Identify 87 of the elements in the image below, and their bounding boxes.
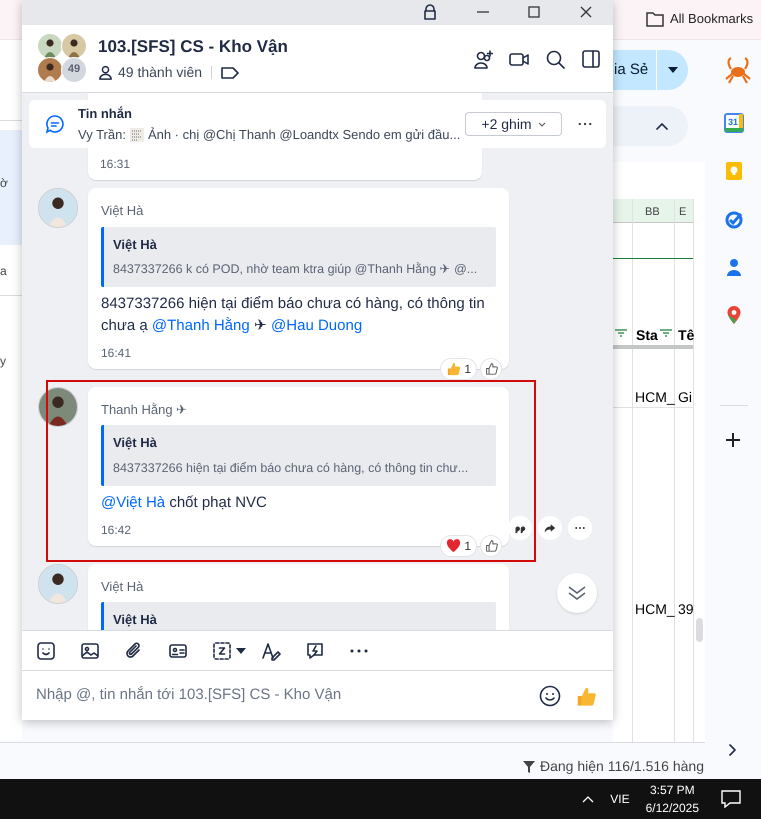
chevron-right-icon[interactable] (729, 744, 736, 756)
scrollbar-thumb[interactable] (696, 618, 703, 642)
quoted-message[interactable]: Việt Hà 8437337266 k có POD, nhờ team ktra giúp @Thanh Hằng ✈ @... (101, 226, 496, 287)
text-fragment: y (0, 353, 6, 370)
members-icon[interactable] (98, 65, 113, 80)
notifications-icon[interactable] (721, 790, 741, 808)
filter-icon[interactable] (615, 329, 627, 337)
table-header-cell-text: Sta (636, 326, 658, 345)
crab-icon[interactable] (723, 55, 753, 85)
quote-text: 8437337266 hiện tại điểm báo chưa có hàng, có thông tin chư... (113, 460, 470, 477)
table-cell-text: HCM_ (635, 388, 675, 407)
chat-title: 103.[SFS] CS - Kho Vận (98, 36, 288, 58)
table-cell-text: 39 (678, 600, 694, 619)
share-arrow-icon[interactable] (544, 522, 556, 534)
table-cell-text: Gi (678, 388, 692, 407)
quoted-message[interactable]: Việt Hà 8437337266 hiện tại điểm báo chưa có hàng, có thông tin chư... (101, 425, 496, 486)
clock[interactable]: 3:57 PM 6/12/2025 (646, 781, 699, 817)
sticker-icon[interactable] (36, 640, 56, 660)
sender-name: Thanh Hằng ✈ (101, 400, 188, 419)
pinned-title: Tin nhắn (78, 104, 133, 122)
quote-author: Việt Hà (113, 434, 158, 452)
reaction-pill[interactable]: 1 (440, 358, 477, 380)
sender-name: Việt Hà (101, 202, 144, 220)
filter-icon[interactable] (660, 329, 672, 337)
calendar-app-icon[interactable]: 31 (724, 113, 744, 133)
quote-author: Việt Hà (113, 611, 158, 629)
thumbs-up-icon[interactable] (484, 362, 498, 376)
pins-dropdown[interactable]: +2 ghim (465, 112, 562, 136)
share-arrow-button[interactable] (538, 516, 562, 540)
message-text: @Việt Hà chốt phạt NVC (101, 492, 268, 512)
sender-name: Việt Hà (101, 578, 144, 596)
caret-icon[interactable] (668, 67, 678, 73)
member-count-badge: 49 (61, 56, 87, 82)
folder-icon[interactable] (646, 10, 664, 27)
share-button[interactable]: ia Sẻ (613, 50, 688, 90)
tag-icon[interactable] (221, 66, 240, 79)
message-time: 16:42 (101, 522, 132, 538)
message-input[interactable]: Nhập @, tin nhắn tới 103.[SFS] CS - Kho Vận (36, 684, 529, 707)
thumbs-up-icon[interactable] (484, 539, 498, 552)
filter-icon[interactable] (523, 760, 535, 772)
search-icon[interactable] (545, 48, 565, 68)
row-count-status: Đang hiện 116/1.516 hàng (540, 757, 704, 776)
quote-text: 8437337266 k có POD, nhờ team ktra giúp @Thanh Hằng ✈ @... (113, 261, 478, 278)
quote-author: Việt Hà (113, 236, 158, 254)
table-header-cell-text: Tê (678, 326, 694, 345)
close-icon[interactable] (578, 4, 594, 20)
chevron-down-icon[interactable] (538, 122, 546, 126)
language-indicator[interactable]: VIE (610, 790, 630, 808)
tasks-app-icon[interactable] (724, 209, 744, 229)
bookmarks-link[interactable]: All Bookmarks (670, 9, 754, 28)
text-fragment: a (0, 263, 7, 280)
reaction-pill[interactable]: 1 (440, 534, 477, 556)
column-header[interactable]: E (679, 204, 686, 220)
quoted-message[interactable]: Việt Hà (101, 602, 496, 630)
scroll-down-button[interactable] (557, 573, 597, 613)
text-fragment: ờ (0, 175, 8, 192)
mention-link[interactable]: @Hau Duong (271, 316, 362, 334)
screenshot-icon[interactable] (212, 640, 232, 660)
table-cell-text: HCM_ (635, 600, 675, 619)
mention-link[interactable]: @Việt Hà (101, 494, 166, 510)
mention-link[interactable]: @Thanh Hằng (152, 316, 250, 334)
quote-button[interactable] (508, 516, 532, 540)
caret-icon[interactable] (236, 648, 246, 654)
member-count[interactable]: 49 thành viên (118, 62, 202, 84)
plus-icon[interactable] (725, 432, 741, 448)
chevron-up-icon[interactable] (656, 122, 668, 130)
more-icon[interactable] (578, 122, 592, 126)
add-member-icon[interactable] (473, 48, 493, 68)
quick-message-icon[interactable] (305, 640, 325, 660)
contacts-app-icon[interactable] (724, 257, 744, 277)
like-icon (446, 361, 462, 376)
heart-icon (446, 538, 462, 553)
pinned-bar[interactable]: Tin nhắn Vy Trần: Ảnh · chị @Chị Thanh @Loandtx Sendo em gửi đầu... +2 ghim (29, 100, 606, 148)
message-time: 16:31 (100, 156, 130, 173)
emoji-icon[interactable] (539, 684, 561, 706)
pinned-preview: Ảnh · chị @Chị Thanh @Loandtx Sendo em gửi đầu... (148, 126, 460, 144)
double-chevron-down-icon[interactable] (567, 585, 587, 601)
lock-icon[interactable] (422, 4, 438, 20)
message-text: 8437337266 hiện tại điểm báo chưa có hàng, có thông tin chưa ạ @Thanh Hằng ✈ @Hau Duong (101, 294, 486, 336)
text-format-icon[interactable] (261, 640, 281, 660)
column-header[interactable]: BB (645, 204, 660, 220)
sidebar-toggle-icon[interactable] (581, 48, 601, 68)
chat-bubble-icon (45, 114, 65, 134)
image-icon[interactable] (80, 640, 100, 660)
message-time: 16:41 (101, 344, 132, 362)
pinned-sender: Vy Trần: (78, 126, 126, 144)
maximize-icon[interactable] (526, 4, 542, 20)
